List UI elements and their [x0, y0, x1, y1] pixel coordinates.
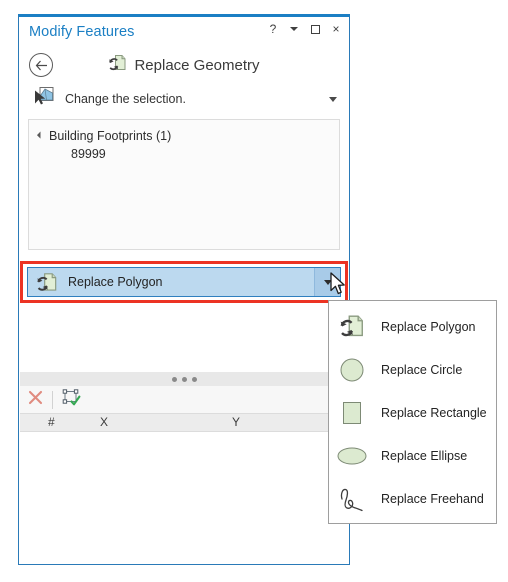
menu-item-replace-rectangle[interactable]: Replace Rectangle [329, 391, 496, 434]
replace-tool-combobox[interactable]: Replace Polygon [27, 267, 341, 297]
column-header-y[interactable]: Y [232, 415, 240, 429]
replace-polygon-icon [36, 272, 58, 293]
pane-title: Modify Features [29, 24, 135, 40]
change-selection-row[interactable]: Change the selection. [19, 83, 349, 115]
menu-item-replace-polygon[interactable]: Replace Polygon [329, 305, 496, 348]
titlebar-buttons: ? × [267, 22, 342, 36]
screenshot-root: Modify Features ? × Replace Geometry Cha… [0, 0, 508, 582]
replace-ellipse-icon [335, 445, 369, 467]
replace-geometry-icon [108, 54, 127, 77]
tree-layer-node[interactable]: Building Footprints (1) [35, 127, 333, 145]
replace-rectangle-icon [335, 400, 369, 426]
splitter-dot [181, 376, 187, 382]
command-title-group: Replace Geometry [19, 54, 349, 77]
command-header: Replace Geometry [19, 47, 349, 83]
vertex-grid-toolbar [20, 386, 348, 413]
select-features-icon [33, 86, 55, 112]
finish-geometry-icon[interactable] [62, 388, 81, 411]
back-arrow-icon [35, 60, 47, 70]
menu-item-replace-ellipse[interactable]: Replace Ellipse [329, 434, 496, 477]
menu-caret-icon[interactable] [288, 22, 300, 36]
close-button[interactable]: × [330, 22, 342, 36]
toolbar-separator [52, 390, 53, 409]
maximize-button[interactable] [309, 22, 321, 36]
column-header-index[interactable]: # [48, 415, 55, 429]
replace-polygon-icon [335, 314, 369, 339]
menu-item-label: Replace Freehand [381, 491, 484, 506]
splitter-dot [171, 376, 177, 382]
back-button[interactable] [29, 53, 53, 77]
combobox-dropdown-button[interactable] [314, 268, 340, 296]
chevron-down-icon[interactable] [329, 96, 337, 102]
replace-circle-icon [335, 357, 369, 383]
replace-freehand-icon [335, 485, 369, 513]
replace-tool-menu: Replace Polygon Replace Circle Replace R… [328, 300, 497, 524]
command-title: Replace Geometry [134, 56, 260, 74]
delete-vertices-icon[interactable] [28, 390, 43, 410]
change-selection-label: Change the selection. [65, 92, 186, 106]
column-header-x[interactable]: X [100, 415, 108, 429]
panel-splitter[interactable] [20, 372, 348, 386]
selection-tree-panel[interactable]: Building Footprints (1) 89999 [28, 119, 340, 250]
menu-item-label: Replace Circle [381, 362, 463, 377]
tree-feature-item[interactable]: 89999 [35, 145, 333, 164]
menu-item-label: Replace Ellipse [381, 448, 468, 463]
replace-tool-combobox-wrapper: Replace Polygon [27, 267, 341, 297]
help-button[interactable]: ? [267, 22, 279, 36]
vertex-grid-header: # X Y [20, 413, 348, 432]
menu-item-label: Replace Polygon [381, 319, 476, 334]
pane-titlebar: Modify Features ? × [19, 17, 349, 47]
menu-item-replace-freehand[interactable]: Replace Freehand [329, 477, 496, 520]
menu-item-label: Replace Rectangle [381, 405, 487, 420]
tree-layer-label: Building Footprints (1) [49, 129, 172, 143]
expander-icon[interactable] [36, 131, 45, 139]
splitter-dot [191, 376, 197, 382]
menu-item-replace-circle[interactable]: Replace Circle [329, 348, 496, 391]
combobox-value: Replace Polygon [68, 275, 163, 289]
chevron-down-icon [323, 279, 332, 285]
